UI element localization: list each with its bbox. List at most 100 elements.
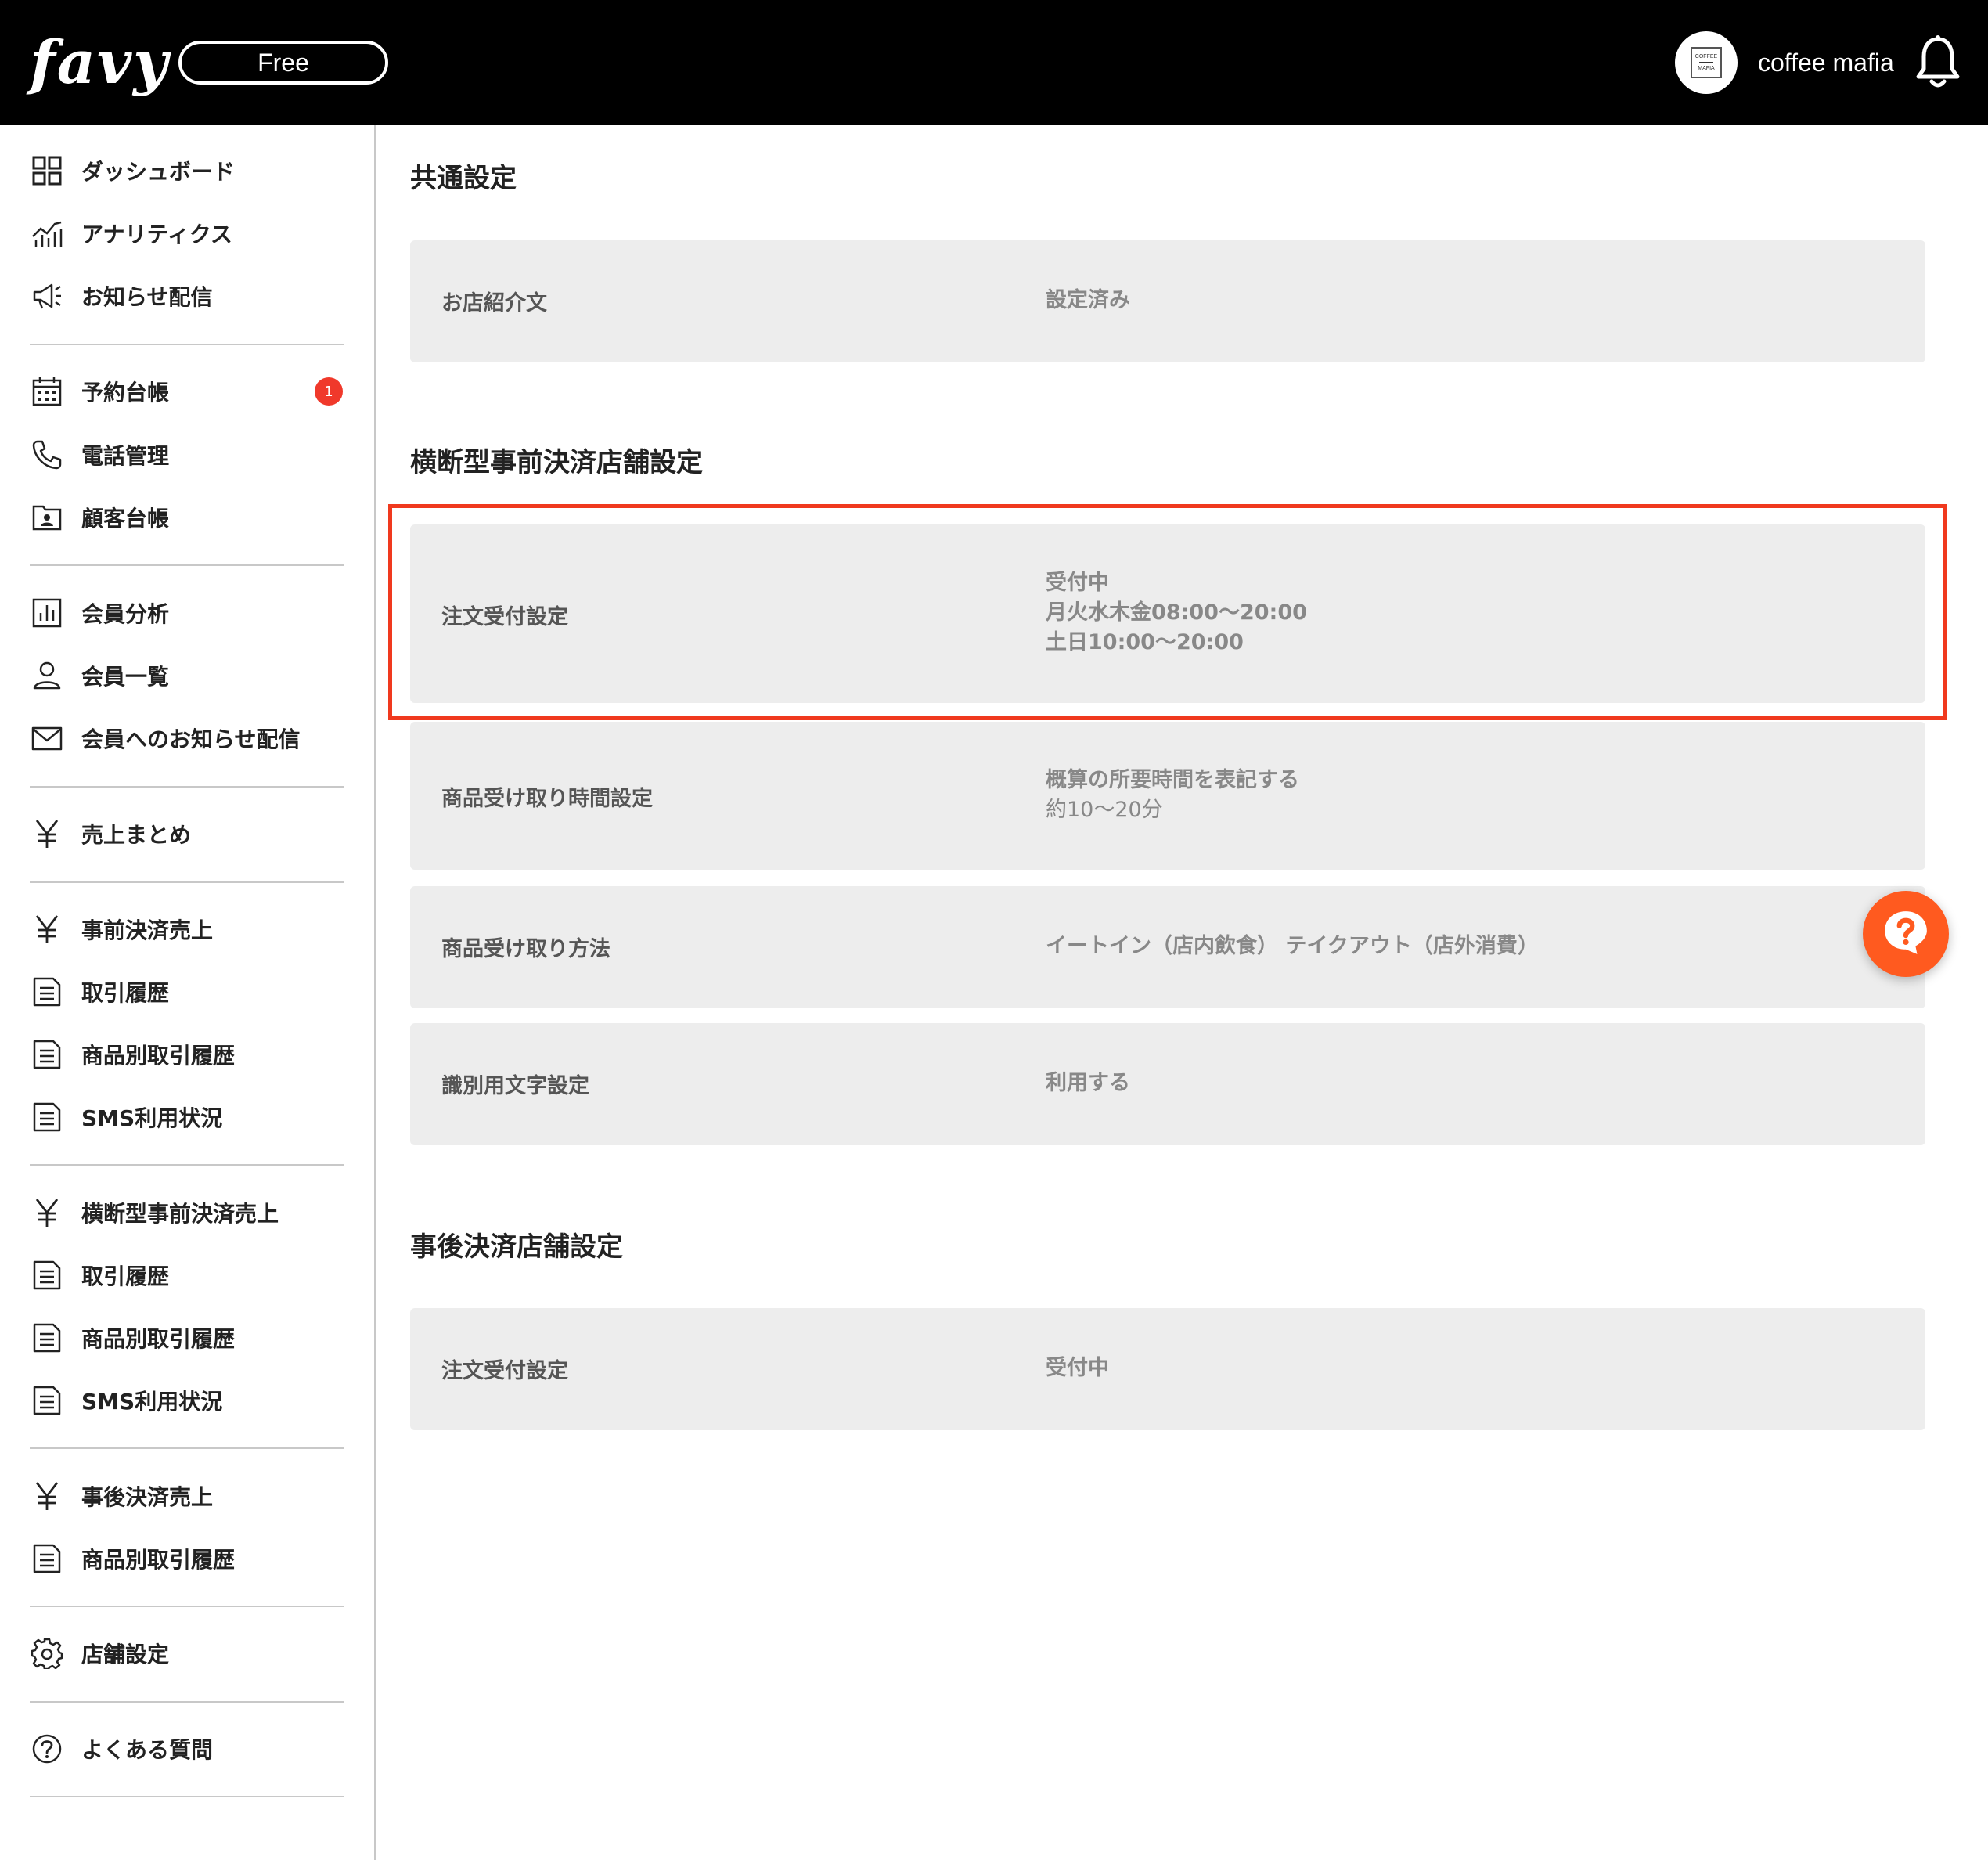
- sidebar-item-notice[interactable]: お知らせ配信: [30, 272, 344, 319]
- sidebar-item-label: 事後決済売上: [81, 1484, 214, 1510]
- help-bubble-icon: [1882, 908, 1930, 960]
- sidebar-divider: [30, 1164, 344, 1166]
- sidebar-item-label: SMS利用状況: [81, 1105, 223, 1131]
- sidebar-item-phone[interactable]: 電話管理: [30, 431, 344, 478]
- value-line: 土日10:00〜20:00: [1046, 630, 1244, 654]
- row-value: イートイン（店内飲食） テイクアウト（店外消費）: [1046, 934, 1539, 958]
- yen-icon: [30, 1479, 64, 1513]
- sidebar-item-reservations[interactable]: 予約台帳 1: [30, 368, 344, 415]
- sidebar-item-label: ダッシュボード: [81, 159, 236, 185]
- section-title-common: 共通設定: [410, 163, 517, 194]
- sidebar-item-label: 商品別取引履歴: [81, 1547, 236, 1573]
- sidebar-item-prepay-sms[interactable]: SMS利用状況: [30, 1094, 344, 1141]
- avatar-line1: COFFEE: [1694, 54, 1718, 59]
- top-header: favy Free COFFEE MAFIA coffee mafia: [0, 0, 1988, 125]
- sidebar-item-sales-summary[interactable]: 売上まとめ: [30, 810, 344, 857]
- sidebar-item-dashboard[interactable]: ダッシュボード: [30, 147, 344, 194]
- sidebar-item-label: 顧客台帳: [81, 506, 170, 532]
- sidebar-item-cross-transactions[interactable]: 取引履歴: [30, 1252, 344, 1299]
- settings-row-pickup-method[interactable]: 商品受け取り方法 イートイン（店内飲食） テイクアウト（店外消費）: [410, 886, 1925, 1008]
- sidebar-divider: [30, 1606, 344, 1607]
- document-icon: [30, 1100, 64, 1134]
- value-line: 概算の所要時間を表記する: [1046, 768, 1299, 792]
- value-line: 月火水木金08:00〜20:00: [1046, 600, 1307, 625]
- row-label: 商品受け取り時間設定: [441, 787, 653, 811]
- settings-row-order-acceptance[interactable]: 注文受付設定 受付中 月火水木金08:00〜20:00 土日10:00〜20:0…: [410, 524, 1925, 703]
- settings-row-identifier[interactable]: 識別用文字設定 利用する: [410, 1023, 1925, 1145]
- row-value: 設定済み: [1046, 288, 1130, 312]
- sidebar-item-postpay-sales[interactable]: 事後決済売上: [30, 1472, 344, 1519]
- yen-icon: [30, 816, 64, 851]
- sidebar-item-prepay-product-transactions[interactable]: 商品別取引履歴: [30, 1031, 344, 1078]
- sidebar-item-label: アナリティクス: [81, 222, 232, 247]
- grid-icon: [30, 153, 64, 188]
- sidebar-item-cross-sms[interactable]: SMS利用状況: [30, 1377, 344, 1424]
- sidebar-item-cross-product-transactions[interactable]: 商品別取引履歴: [30, 1314, 344, 1361]
- question-circle-icon: [30, 1732, 64, 1766]
- account-name[interactable]: coffee mafia: [1758, 44, 1894, 81]
- analytics-chart-icon: [30, 216, 64, 251]
- sidebar-item-label: お知らせ配信: [81, 284, 213, 310]
- sidebar-item-prepay-transactions[interactable]: 取引履歴: [30, 968, 344, 1015]
- sidebar-item-label: 取引履歴: [81, 980, 170, 1006]
- sidebar-item-label: 商品別取引履歴: [81, 1326, 236, 1352]
- section-title-post-pay: 事後決済店舗設定: [410, 1231, 623, 1263]
- sidebar-item-member-notice[interactable]: 会員へのお知らせ配信: [30, 715, 344, 762]
- row-label: 注文受付設定: [441, 1359, 568, 1383]
- sidebar-item-label: 事前決済売上: [81, 917, 214, 943]
- row-value: 受付中: [1046, 1356, 1109, 1380]
- document-icon: [30, 1541, 64, 1576]
- bell-icon[interactable]: [1914, 34, 1961, 91]
- sidebar-item-postpay-product-transactions[interactable]: 商品別取引履歴: [30, 1535, 344, 1582]
- sidebar-item-label: 店舗設定: [81, 1642, 170, 1667]
- sidebar-item-member-analysis[interactable]: 会員分析: [30, 589, 344, 636]
- bar-chart-icon: [30, 596, 64, 630]
- sidebar-item-label: 商品別取引履歴: [81, 1043, 236, 1069]
- sidebar-divider: [30, 344, 344, 345]
- sidebar-item-analytics[interactable]: アナリティクス: [30, 210, 344, 257]
- settings-row-pickup-time[interactable]: 商品受け取り時間設定 概算の所要時間を表記する 約10〜20分: [410, 722, 1925, 870]
- sidebar-item-prepay-sales[interactable]: 事前決済売上: [30, 906, 344, 953]
- row-label: 識別用文字設定: [441, 1074, 589, 1098]
- notification-badge: 1: [315, 377, 343, 406]
- gear-icon: [30, 1636, 64, 1671]
- favy-logo[interactable]: favy: [30, 23, 169, 102]
- yen-icon: [30, 1195, 64, 1230]
- document-icon: [30, 1321, 64, 1355]
- person-icon: [30, 658, 64, 693]
- value-line: 約10〜20分: [1046, 798, 1163, 822]
- sidebar-item-label: 会員分析: [81, 601, 170, 627]
- document-icon: [30, 1383, 64, 1418]
- sidebar-item-label: 予約台帳: [81, 380, 170, 406]
- sidebar-divider: [30, 1701, 344, 1703]
- settings-row-shop-intro[interactable]: お店紹介文 設定済み: [410, 240, 1925, 362]
- mail-icon: [30, 721, 64, 755]
- row-value: 概算の所要時間を表記する 約10〜20分: [1046, 766, 1299, 825]
- plan-badge: Free: [178, 41, 388, 85]
- document-icon: [30, 1037, 64, 1072]
- sidebar-item-customers[interactable]: 顧客台帳: [30, 494, 344, 541]
- avatar-logo: COFFEE MAFIA: [1691, 47, 1722, 78]
- value-line: 受付中: [1046, 571, 1109, 595]
- customer-folder-icon: [30, 500, 64, 535]
- sidebar-item-cross-sales[interactable]: 横断型事前決済売上: [30, 1189, 344, 1236]
- account-avatar[interactable]: COFFEE MAFIA: [1675, 31, 1738, 94]
- document-icon: [30, 975, 64, 1009]
- sidebar-item-label: 電話管理: [81, 443, 170, 469]
- sidebar-item-label: 会員へのお知らせ配信: [81, 726, 301, 752]
- settings-row-postpay-order-acceptance[interactable]: 注文受付設定 受付中: [410, 1308, 1925, 1430]
- yen-icon: [30, 912, 64, 946]
- calendar-icon: [30, 374, 64, 409]
- row-label: お店紹介文: [441, 291, 547, 315]
- sidebar-item-faq[interactable]: よくある質問: [30, 1725, 344, 1772]
- section-title-cross-prepay: 横断型事前決済店舗設定: [410, 447, 703, 478]
- help-button[interactable]: [1863, 891, 1949, 977]
- sidebar-item-label: よくある質問: [81, 1737, 214, 1763]
- sidebar-item-store-settings[interactable]: 店舗設定: [30, 1630, 344, 1677]
- document-icon: [30, 1258, 64, 1292]
- sidebar-item-member-list[interactable]: 会員一覧: [30, 652, 344, 699]
- sidebar-divider: [30, 1796, 344, 1797]
- avatar-line2: MAFIA: [1698, 66, 1715, 71]
- row-label: 注文受付設定: [441, 605, 568, 629]
- row-value: 利用する: [1046, 1071, 1130, 1095]
